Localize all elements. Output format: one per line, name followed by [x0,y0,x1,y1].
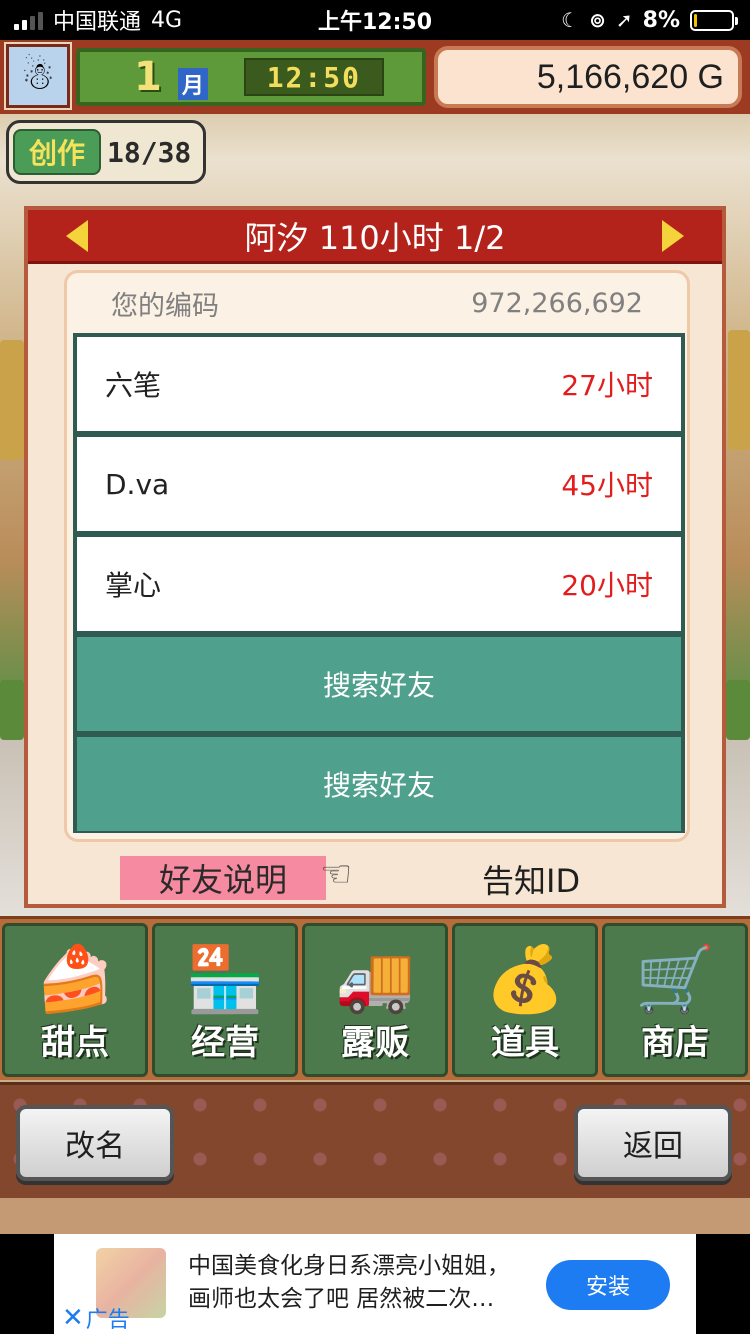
friend-row[interactable]: 掌心 20小时 [77,537,681,631]
menu-label: 道具 [491,1023,559,1063]
friend-row[interactable]: 六笔 27小时 [77,337,681,431]
ad-install-button[interactable]: 安装 [546,1260,670,1310]
scene-pillar-right [728,330,750,450]
dialog-footer: 好友说明 ☜ 告知ID [28,850,722,902]
friend-list: 六笔 27小时 D.va 45小时 掌心 20小时 搜索好友 搜索好友 [73,333,685,833]
menu-label: 商店 [641,1023,709,1063]
battery-icon [690,9,738,31]
search-friend-label: 搜索好友 [322,769,435,802]
friend-hours: 27小时 [561,369,653,402]
friend-name: 掌心 [105,569,162,602]
shopping-cart-icon: 🛒 [635,943,715,1017]
friend-panel: 您的编码 972,266,692 六笔 27小时 D.va 45小时 掌心 20… [64,270,690,842]
code-value: 972,266,692 [471,287,643,319]
menu-store[interactable]: 🛒 商店 [602,923,748,1077]
friend-row[interactable]: D.va 45小时 [77,437,681,531]
menu-items[interactable]: 💰 道具 [452,923,598,1077]
menu-stall[interactable]: 🚚 露贩 [302,923,448,1077]
items-bag-icon: 💰 [485,943,565,1017]
shop-building-icon: 🏪 [185,943,265,1017]
month-number: 1 [134,54,162,100]
pointing-hand-icon: ☜ [320,854,353,895]
snowman-avatar-icon[interactable]: ☃ [4,42,72,110]
signal-icon [14,10,43,30]
status-left: 中国联通 4G [14,4,182,36]
dialog-header: 阿汐 110小时 1/2 [28,210,722,264]
search-friend-button[interactable]: 搜索好友 [77,737,681,831]
battery-fill [694,13,697,27]
friend-hours: 45小时 [561,469,653,502]
creation-badge[interactable]: 创作 18/38 [6,120,206,184]
moon-icon: ☾ [561,8,580,32]
scene-hedge-right [726,680,750,740]
date-time-panel: 1 月 12:50 [76,48,426,106]
code-label: 您的编码 [111,290,219,322]
notify-id-button[interactable]: 告知ID [482,856,580,902]
friend-dialog: 阿汐 110小时 1/2 您的编码 972,266,692 六笔 27小时 D.… [24,206,726,908]
bottom-bar: 改名 返回 [0,1082,750,1234]
money-display: 5,166,620 G [434,46,742,108]
dialog-title: 阿汐 110小时 1/2 [244,218,506,257]
cake-icon: 🍰 [35,943,115,1017]
friend-name: D.va [105,467,170,501]
bottom-strip [0,1198,750,1234]
friend-help-button[interactable]: 好友说明 [120,856,326,900]
rename-button[interactable]: 改名 [16,1105,174,1181]
ad-content[interactable]: 中国美食化身日系漂亮小姐姐， 画师也太会了吧 居然被二次… 安装 ✕ 广告 [54,1234,696,1334]
menu-label: 露贩 [341,1023,409,1063]
previous-page-arrow-icon[interactable] [66,220,88,252]
next-page-arrow-icon[interactable] [662,220,684,252]
scene-hedge-left [0,680,24,740]
close-icon: ✕ [62,1303,84,1333]
friend-code-row: 您的编码 972,266,692 [67,273,687,333]
rotation-lock-icon: ⊚ [589,8,606,32]
back-button[interactable]: 返回 [574,1105,732,1181]
ad-line-1: 中国美食化身日系漂亮小姐姐， [188,1253,510,1279]
ad-banner: 中国美食化身日系漂亮小姐姐， 画师也太会了吧 居然被二次… 安装 ✕ 广告 [0,1234,750,1334]
game-clock: 12:50 [243,58,384,96]
location-icon: ➚ [615,8,633,32]
top-hud: ☃ 1 月 12:50 5,166,620 G [0,40,750,114]
creation-count: 18/38 [107,135,192,169]
friend-name: 六笔 [105,369,162,402]
ad-close-button[interactable]: ✕ 广告 [62,1302,130,1334]
battery-percent: 8% [642,7,680,33]
ad-tag: 广告 [85,1308,130,1333]
food-truck-icon: 🚚 [335,943,415,1017]
friend-hours: 20小时 [561,569,653,602]
carrier-label: 中国联通 [53,10,142,35]
search-friend-label: 搜索好友 [322,669,435,702]
menu-dessert[interactable]: 🍰 甜点 [2,923,148,1077]
menu-label: 甜点 [41,1023,109,1063]
menu-manage[interactable]: 🏪 经营 [152,923,298,1077]
ad-line-2: 画师也太会了吧 居然被二次… [188,1286,495,1312]
scene-pillar-left [0,340,24,460]
month-unit: 月 [177,68,208,100]
ad-text: 中国美食化身日系漂亮小姐姐， 画师也太会了吧 居然被二次… [188,1250,510,1316]
main-menu: 🍰 甜点 🏪 经营 🚚 露贩 💰 道具 🛒 商店 [0,916,750,1080]
search-friend-button[interactable]: 搜索好友 [77,637,681,731]
network-label: 4G [151,7,183,33]
status-bar: 中国联通 4G 上午12:50 ☾ ⊚ ➚ 8% [0,0,750,40]
status-right: ☾ ⊚ ➚ 8% [561,7,738,33]
menu-label: 经营 [191,1023,259,1063]
creation-label: 创作 [13,129,101,175]
